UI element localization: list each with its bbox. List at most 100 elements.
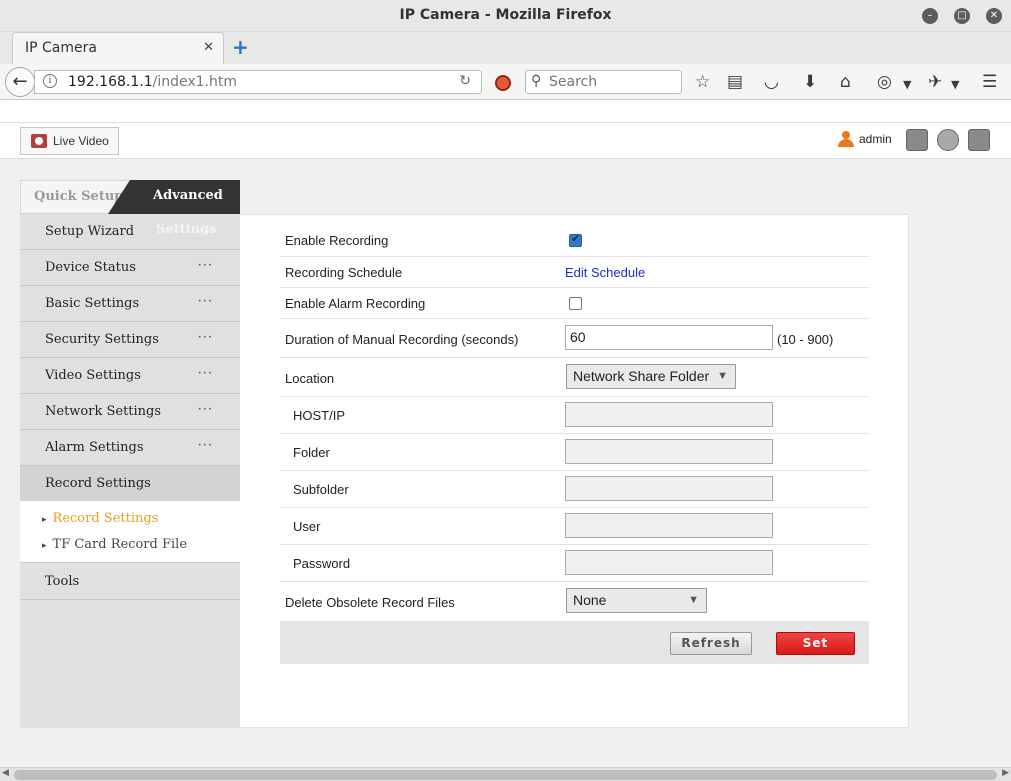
location-select[interactable]: Network Share Folder ▼ [566, 364, 736, 389]
sidebar-item-label: Basic Settings [45, 296, 140, 311]
expand-dots-icon: ··· [197, 402, 213, 417]
set-button[interactable]: Set [776, 632, 855, 655]
hamburger-menu-icon[interactable]: ☰ [982, 72, 997, 92]
user-input[interactable] [565, 513, 773, 538]
enable-recording-label: Enable Recording [285, 233, 389, 248]
downloads-icon[interactable]: ⬇ [803, 72, 817, 92]
site-info-icon[interactable]: i [43, 74, 57, 88]
close-window-icon[interactable]: ✕ [986, 8, 1002, 24]
row-subfolder: Subfolder [280, 471, 869, 508]
sidebar-item-label: Video Settings [45, 368, 141, 383]
bookmark-star-icon[interactable]: ☆ [695, 72, 710, 92]
record-settings-submenu: ▸ Record Settings ▸ TF Card Record File [20, 501, 240, 563]
recording-schedule-label: Recording Schedule [285, 265, 403, 280]
scrollbar-thumb[interactable] [14, 770, 997, 780]
sidebar-item-network-settings[interactable]: Network Settings ··· [20, 394, 240, 430]
pocket-icon[interactable]: ◡ [764, 72, 779, 92]
sidebar-item-record-settings[interactable]: Record Settings [20, 466, 240, 502]
blocked-content-icon[interactable] [495, 75, 511, 91]
browser-tab[interactable]: IP Camera ✕ [12, 32, 224, 64]
scroll-right-icon[interactable]: ▶ [1002, 768, 1009, 778]
maximize-icon[interactable]: □ [954, 8, 970, 24]
manual-duration-label: Duration of Manual Recording (seconds) [285, 332, 519, 347]
page-top-spacer [0, 100, 1011, 122]
delete-obsolete-select-value: None [573, 592, 607, 608]
subfolder-input[interactable] [565, 476, 773, 501]
manual-duration-input[interactable]: 60 [565, 325, 773, 350]
page-header: Live Video admin [0, 122, 1011, 159]
tab-close-icon[interactable]: ✕ [203, 40, 214, 55]
sidebar-item-label: Alarm Settings [45, 440, 144, 455]
sidebar-item-basic-settings[interactable]: Basic Settings ··· [20, 286, 240, 322]
arrow-right-icon: ▸ [42, 515, 47, 525]
host-ip-label: HOST/IP [293, 408, 346, 423]
sidebar-item-alarm-settings[interactable]: Alarm Settings ··· [20, 430, 240, 466]
folder-input[interactable] [565, 439, 773, 464]
row-delete-obsolete: Delete Obsolete Record Files None ▼ [280, 582, 869, 621]
username-label: admin [859, 132, 892, 146]
chevron-down-icon[interactable]: ▼ [903, 75, 911, 95]
sidebar-item-label: Network Settings [45, 404, 162, 419]
sidebar-item-security-settings[interactable]: Security Settings ··· [20, 322, 240, 358]
home-icon[interactable]: ⌂ [840, 72, 851, 92]
reading-list-icon[interactable]: ▤ [727, 72, 743, 92]
dome-camera-icon[interactable] [937, 129, 959, 151]
chevron-down-icon[interactable]: ▼ [951, 75, 959, 95]
horizontal-scrollbar[interactable]: ◀ ▶ [0, 767, 1011, 781]
user-icon [838, 131, 854, 147]
extension-icon[interactable]: ✈ [928, 72, 942, 92]
row-recording-schedule: Recording Schedule Edit Schedule [280, 257, 869, 288]
manual-duration-range: (10 - 900) [777, 332, 834, 347]
tab-advanced-label-line2: Settings [156, 222, 217, 237]
host-ip-input[interactable] [565, 402, 773, 427]
password-label: Password [293, 556, 351, 571]
sidebar-item-label: Security Settings [45, 332, 159, 347]
row-folder: Folder [280, 434, 869, 471]
tab-advanced-settings[interactable]: Advanced [108, 180, 240, 214]
url-bar[interactable]: i 192.168.1.1/index1.htm ↻ [34, 70, 482, 94]
edit-schedule-link[interactable]: Edit Schedule [565, 265, 645, 280]
chevron-down-icon: ▼ [688, 594, 699, 606]
chevron-down-icon: ▼ [717, 370, 728, 382]
search-icon: ⚲ [531, 73, 542, 89]
search-bar[interactable]: ⚲ [525, 70, 682, 94]
sidebar: Quick Setup Advanced Setup Wizard Device… [20, 180, 240, 728]
enable-recording-checkbox[interactable] [569, 232, 582, 247]
refresh-button[interactable]: Refresh [670, 632, 752, 655]
scroll-left-icon[interactable]: ◀ [2, 768, 9, 778]
url-text[interactable]: 192.168.1.1/index1.htm [68, 74, 237, 90]
new-tab-icon[interactable]: + [232, 37, 249, 57]
reload-icon[interactable]: ↻ [459, 73, 471, 89]
row-enable-alarm-recording: Enable Alarm Recording [280, 288, 869, 319]
submenu-item-tf-card-record-file[interactable]: ▸ TF Card Record File [42, 537, 187, 552]
enable-alarm-recording-checkbox[interactable] [569, 297, 582, 310]
video-film-icon[interactable] [906, 129, 928, 151]
sidebar-tabs: Quick Setup Advanced [20, 180, 240, 214]
palette-icon[interactable]: ◎ [877, 72, 892, 92]
window-titlebar: IP Camera - Mozilla Firefox – □ ✕ [0, 0, 1011, 32]
logout-icon[interactable] [968, 129, 990, 151]
submenu-item-label: TF Card Record File [52, 537, 188, 552]
sidebar-item-label: Record Settings [45, 476, 151, 491]
row-enable-recording: Enable Recording [280, 224, 869, 257]
action-bar: Refresh Set [280, 621, 869, 664]
sidebar-item-device-status[interactable]: Device Status ··· [20, 250, 240, 286]
password-input[interactable] [565, 550, 773, 575]
row-location: Location Network Share Folder ▼ [280, 358, 869, 397]
delete-obsolete-label: Delete Obsolete Record Files [285, 595, 455, 610]
back-arrow-icon[interactable]: ← [5, 67, 35, 97]
delete-obsolete-select[interactable]: None ▼ [566, 588, 707, 613]
row-host-ip: HOST/IP [280, 397, 869, 434]
live-video-label: Live Video [53, 134, 109, 148]
window-title: IP Camera - Mozilla Firefox [399, 7, 612, 23]
expand-dots-icon: ··· [197, 438, 213, 453]
submenu-item-record-settings[interactable]: ▸ Record Settings [42, 511, 158, 526]
live-video-button[interactable]: Live Video [20, 127, 119, 155]
sidebar-item-video-settings[interactable]: Video Settings ··· [20, 358, 240, 394]
sidebar-item-tools[interactable]: Tools [20, 564, 240, 600]
row-password: Password [280, 545, 869, 582]
minimize-icon[interactable]: – [922, 8, 938, 24]
camera-icon [31, 134, 47, 148]
search-input[interactable] [549, 73, 677, 91]
tab-title: IP Camera [25, 40, 97, 56]
